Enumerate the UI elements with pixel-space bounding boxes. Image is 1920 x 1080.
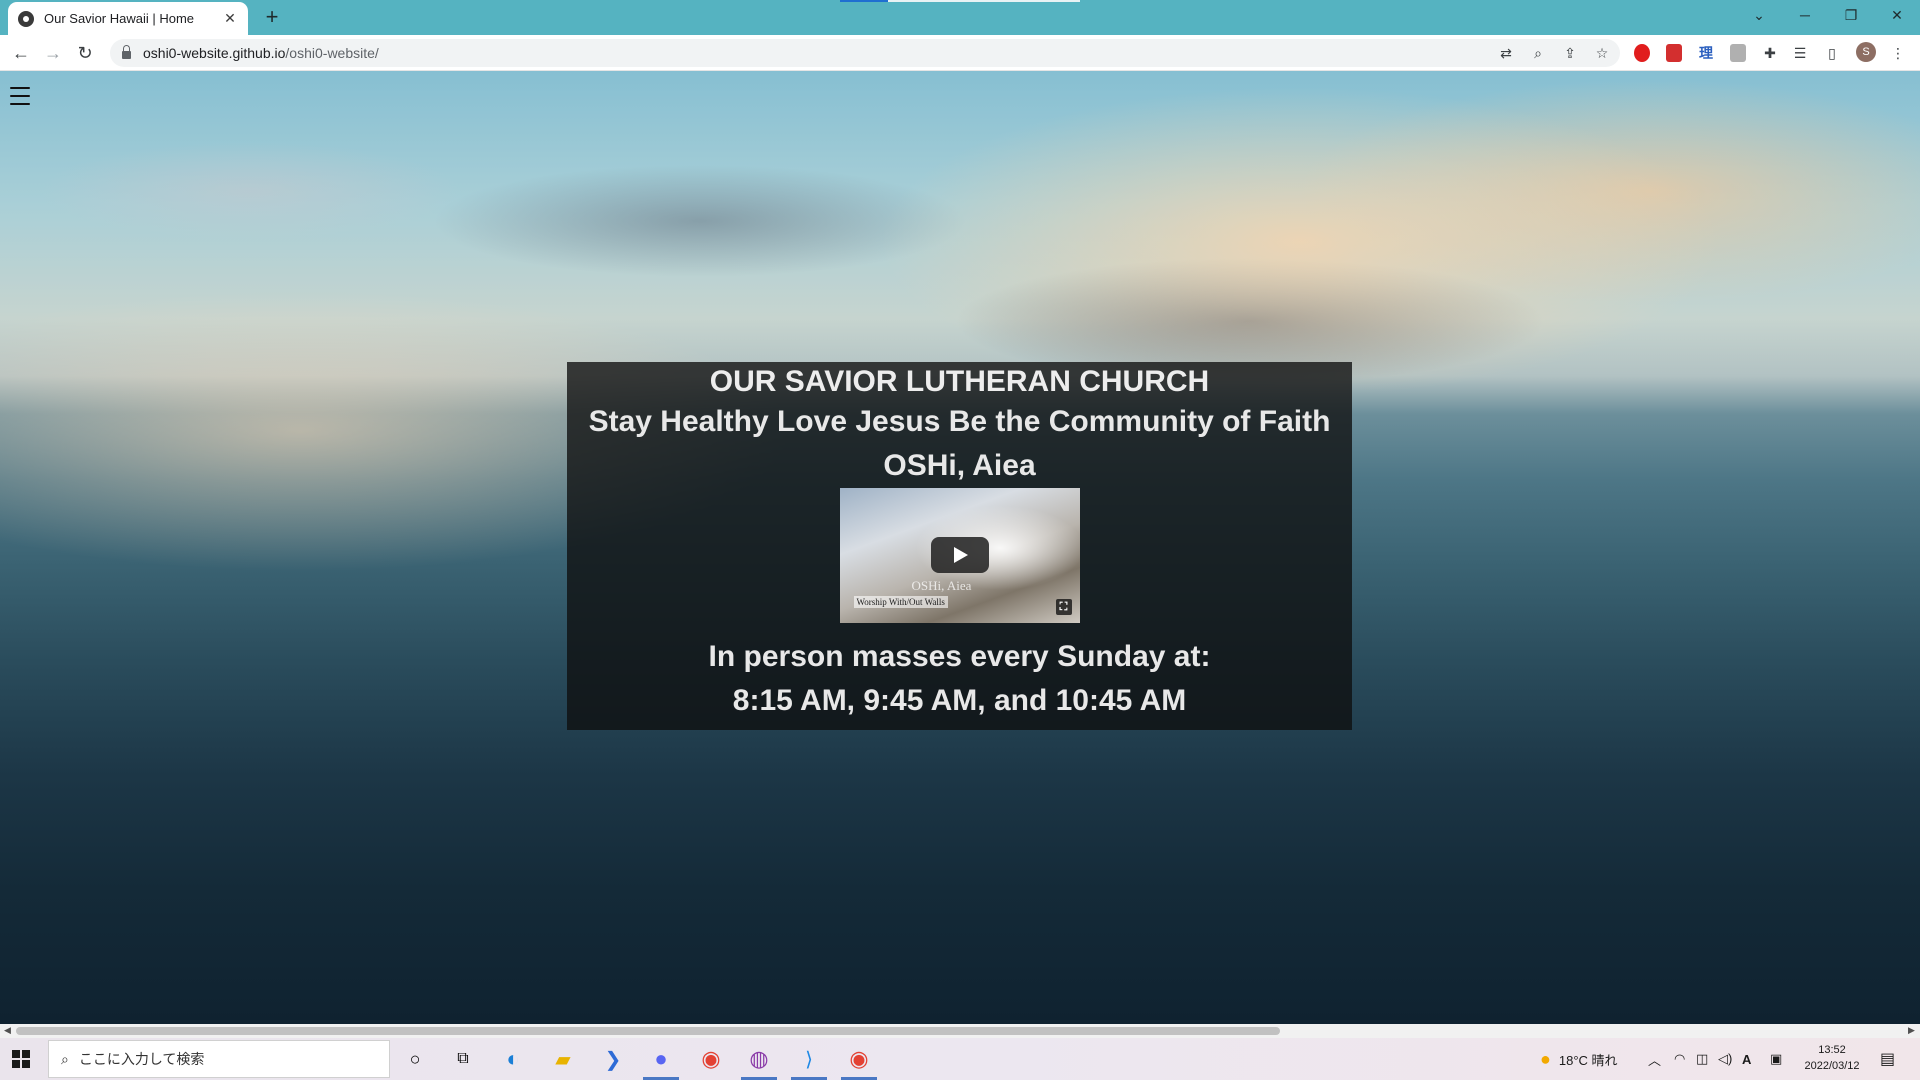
tray-chevron-icon[interactable]: ︿ bbox=[1648, 1038, 1661, 1080]
chrome-icon[interactable]: ◉ bbox=[698, 1046, 724, 1072]
new-tab-button[interactable]: + bbox=[260, 6, 284, 30]
ime-mode-icon[interactable]: ▣ bbox=[1770, 1038, 1782, 1080]
extensions-puzzle-icon[interactable]: ✚ bbox=[1760, 43, 1780, 63]
mass-schedule-label: In person masses every Sunday at: bbox=[708, 640, 1211, 673]
horizontal-scrollbar[interactable]: ◀ ▶ bbox=[0, 1024, 1920, 1038]
discord-icon[interactable]: ● bbox=[648, 1046, 674, 1072]
side-panel-icon[interactable]: ▯ bbox=[1822, 43, 1842, 63]
browser-toolbar: ← → ↻ oshi0-website.github.io /oshi0-web… bbox=[0, 35, 1920, 71]
url-host: oshi0-website.github.io bbox=[143, 45, 286, 61]
site-favicon-icon bbox=[18, 10, 34, 27]
clock-date: 2022/03/12 bbox=[1804, 1060, 1860, 1072]
tab-search-chevron-icon[interactable]: ⌄ bbox=[1736, 0, 1782, 30]
window-close-button[interactable]: ✕ bbox=[1874, 0, 1920, 30]
video-extension-icon[interactable] bbox=[1666, 44, 1682, 62]
restore-button[interactable]: ❐ bbox=[1828, 0, 1874, 30]
github-desktop-icon[interactable]: ◍ bbox=[746, 1046, 772, 1072]
translate-icon[interactable]: ⇄ bbox=[1496, 43, 1516, 63]
task-view-icon[interactable]: ⧉ bbox=[450, 1046, 476, 1072]
loading-accent bbox=[840, 0, 888, 2]
url-path: /oshi0-website/ bbox=[285, 45, 379, 61]
browser-tab-strip: Our Savior Hawaii | Home ✕ + ⌄ ─ ❐ ✕ bbox=[0, 0, 1920, 35]
hamburger-menu-icon[interactable] bbox=[10, 87, 30, 105]
page-viewport: OUR SAVIOR LUTHERAN CHURCH Stay Healthy … bbox=[0, 71, 1920, 1024]
video-overlay-title: OSHi, Aiea bbox=[911, 578, 972, 593]
location-text: OSHi, Aiea bbox=[883, 449, 1036, 482]
minimize-button[interactable]: ─ bbox=[1782, 0, 1828, 30]
welcome-overlay: OUR SAVIOR LUTHERAN CHURCH Stay Healthy … bbox=[567, 362, 1352, 730]
reload-icon[interactable]: ↻ bbox=[73, 41, 97, 65]
edge-icon[interactable]: ◐ bbox=[500, 1046, 526, 1072]
bookmark-star-icon[interactable]: ☆ bbox=[1592, 43, 1612, 63]
play-button-icon[interactable] bbox=[930, 537, 989, 573]
weather-text: 18°C 晴れ bbox=[1558, 1052, 1618, 1068]
browser-menu-icon[interactable]: ⋮ bbox=[1888, 43, 1908, 63]
forward-arrow-icon[interactable]: → bbox=[41, 41, 65, 65]
chrome-profile-icon[interactable]: ◉ bbox=[846, 1046, 872, 1072]
meet-icon[interactable]: ◫ bbox=[1696, 1038, 1708, 1080]
notification-center-icon[interactable]: ▤ bbox=[1880, 1038, 1895, 1080]
volume-icon[interactable]: ◁) bbox=[1718, 1038, 1732, 1080]
windows-taskbar: ⌕ ここに入力して検索 ○ ⧉ ◐ ▰ ❯ ● ◉ ◍ ⟩ ◉ ● 18°C 晴… bbox=[0, 1038, 1920, 1080]
network-icon[interactable]: ◠ bbox=[1674, 1038, 1685, 1080]
weather-widget[interactable]: ● 18°C 晴れ bbox=[1540, 1038, 1618, 1080]
mass-schedule-times: 8:15 AM, 9:45 AM, and 10:45 AM bbox=[732, 684, 1187, 717]
search-placeholder: ここに入力して検索 bbox=[78, 1052, 205, 1068]
file-explorer-icon[interactable]: ▰ bbox=[550, 1046, 576, 1072]
scroll-right-icon[interactable]: ▶ bbox=[1908, 1025, 1915, 1036]
tagline: Stay Healthy Love Jesus Be the Community… bbox=[588, 405, 1331, 438]
fullscreen-icon[interactable]: ⛶ bbox=[1055, 599, 1072, 615]
tab-title: Our Savior Hawaii | Home bbox=[44, 11, 195, 26]
lock-icon bbox=[122, 45, 131, 59]
dictionary-extension-icon[interactable]: 理 bbox=[1696, 43, 1716, 63]
address-bar[interactable]: oshi0-website.github.io /oshi0-website/ bbox=[110, 39, 1620, 67]
search-icon: ⌕ bbox=[61, 1050, 69, 1067]
embedded-video[interactable]: OSHi, Aiea Worship With/Out Walls ⛶ bbox=[839, 488, 1080, 623]
reading-list-icon[interactable]: ☰ bbox=[1790, 43, 1810, 63]
vscode-icon[interactable]: ⟩ bbox=[796, 1046, 822, 1072]
church-name-heading: OUR SAVIOR LUTHERAN CHURCH bbox=[709, 365, 1210, 398]
scroll-left-icon[interactable]: ◀ bbox=[4, 1025, 11, 1036]
video-overlay-subtitle: Worship With/Out Walls bbox=[853, 596, 948, 608]
clock-time: 13:52 bbox=[1818, 1044, 1846, 1056]
ime-indicator[interactable]: A bbox=[1742, 1038, 1751, 1080]
opera-extension-icon[interactable] bbox=[1634, 44, 1650, 62]
profile-avatar[interactable]: S bbox=[1856, 42, 1876, 62]
loading-accent-track bbox=[888, 0, 1080, 2]
sun-icon: ● bbox=[1540, 1048, 1551, 1069]
taskbar-clock[interactable]: 13:52 2022/03/12 bbox=[1800, 1042, 1864, 1074]
browser-tab-active[interactable]: Our Savior Hawaii | Home ✕ bbox=[8, 2, 248, 35]
taskbar-search-input[interactable]: ⌕ ここに入力して検索 bbox=[48, 1040, 390, 1078]
powershell-icon[interactable]: ❯ bbox=[600, 1046, 626, 1072]
cortana-icon[interactable]: ○ bbox=[402, 1046, 428, 1072]
windows-start-icon[interactable] bbox=[12, 1050, 30, 1068]
back-arrow-icon[interactable]: ← bbox=[9, 41, 33, 65]
image-extension-icon[interactable] bbox=[1730, 44, 1746, 62]
tab-close-icon[interactable]: ✕ bbox=[222, 10, 238, 27]
share-icon[interactable]: ⇪ bbox=[1560, 43, 1580, 63]
scrollbar-thumb[interactable] bbox=[16, 1027, 1280, 1035]
zoom-icon[interactable]: ⌕ bbox=[1528, 43, 1548, 63]
